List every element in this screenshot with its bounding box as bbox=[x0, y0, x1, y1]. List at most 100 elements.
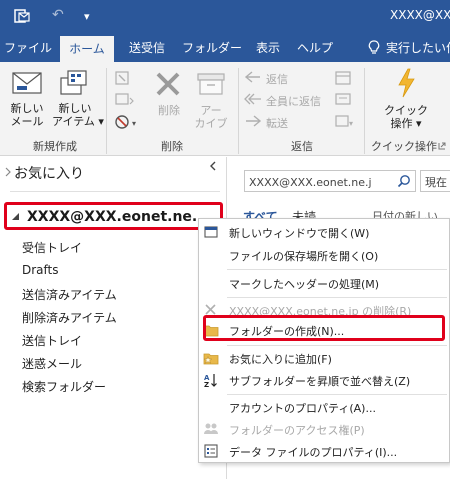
account-node[interactable]: XXXX@XXX.eonet.ne... bbox=[4, 202, 223, 230]
customize-quick-access-icon[interactable]: ▾ bbox=[84, 10, 90, 23]
menu-label: マークしたヘッダーの処理(M) bbox=[229, 278, 380, 291]
folder-sent-items[interactable]: 送信済みアイテム bbox=[22, 286, 117, 303]
expand-arrow-icon[interactable] bbox=[4, 167, 12, 177]
svg-text:Z: Z bbox=[204, 381, 209, 388]
delete-button[interactable]: 削除 bbox=[148, 104, 190, 117]
menu-data-file-properties[interactable]: データ ファイルのプロパティ(I)... bbox=[199, 440, 449, 462]
archive-label-1: アー bbox=[200, 104, 222, 117]
forward-icon bbox=[246, 115, 262, 127]
menu-separator bbox=[227, 345, 447, 346]
menu-open-file-location[interactable]: ファイルの保存場所を開く(O) bbox=[199, 244, 449, 266]
group-delete: 削除 bbox=[161, 140, 183, 153]
im-icon[interactable] bbox=[334, 92, 354, 108]
tab-home[interactable]: ホーム bbox=[60, 36, 114, 62]
search-icon[interactable] bbox=[397, 174, 411, 188]
reply-all-icon bbox=[244, 93, 261, 105]
dialog-launcher-icon[interactable] bbox=[438, 142, 446, 150]
permissions-icon bbox=[204, 423, 218, 434]
new-item-button[interactable]: 新しい アイテム ▾ bbox=[52, 102, 104, 128]
quick-steps-label-2: 操作 ▾ bbox=[390, 117, 422, 130]
reply-all-button[interactable]: 全員に返信 bbox=[266, 93, 321, 109]
folder-junk[interactable]: 迷惑メール bbox=[22, 355, 82, 372]
account-name: XXXX@XXX.eonet.ne... bbox=[27, 209, 208, 225]
sort-az-icon: A Z bbox=[204, 374, 217, 388]
menu-separator bbox=[227, 297, 447, 298]
archive-label-2: カイブ bbox=[194, 117, 228, 130]
menu-add-to-favorites[interactable]: お気に入りに追加(F) bbox=[199, 347, 449, 369]
folder-search-folders[interactable]: 検索フォルダー bbox=[22, 378, 106, 395]
menu-separator bbox=[227, 394, 447, 395]
menu-label: サブフォルダーを昇順で並べ替え(Z) bbox=[229, 375, 411, 388]
quick-steps-button[interactable]: クイック 操作 ▾ bbox=[380, 104, 432, 130]
new-item-label-1: 新しい bbox=[58, 102, 92, 115]
undo-icon[interactable]: ↶ bbox=[52, 7, 64, 23]
folder-deleted-items[interactable]: 削除済みアイテム bbox=[22, 309, 117, 326]
outlook-icon[interactable] bbox=[14, 8, 30, 24]
reply-button[interactable]: 返信 bbox=[266, 71, 288, 87]
collapse-arrow-icon[interactable] bbox=[11, 212, 21, 222]
menu-label: フォルダーのアクセス権(P) bbox=[229, 424, 365, 437]
tab-view[interactable]: 表示 bbox=[248, 34, 288, 62]
quick-steps-label-1: クイック bbox=[384, 104, 428, 117]
meeting-reply-icon[interactable] bbox=[334, 70, 354, 86]
folder-pane: お気に入り XXXX@XXX.eonet.ne... 受信トレイ Drafts … bbox=[0, 157, 227, 479]
junk-icon[interactable]: ▾ bbox=[114, 114, 140, 130]
reply-icon bbox=[244, 71, 260, 83]
svg-text:▾: ▾ bbox=[132, 119, 136, 128]
search-scope-dropdown[interactable]: 現在 bbox=[420, 170, 450, 192]
lightbulb-icon bbox=[368, 40, 380, 54]
ribbon: 新しい メール 新しい アイテム ▾ 新規作成 ▾ 削除 アー カイブ 削除 返… bbox=[0, 62, 450, 156]
new-window-icon bbox=[204, 226, 218, 238]
ignore-icon[interactable] bbox=[114, 70, 132, 86]
window-title: XXXX@XX bbox=[390, 8, 450, 22]
tab-file[interactable]: ファイル bbox=[0, 34, 56, 62]
tell-me-search[interactable]: 実行したい作 bbox=[386, 34, 450, 62]
menu-account-properties[interactable]: アカウントのプロパティ(A)... bbox=[199, 396, 449, 418]
favorites-header[interactable]: お気に入り bbox=[14, 163, 84, 183]
delete-icon bbox=[156, 72, 180, 96]
folder-outbox[interactable]: 送信トレイ bbox=[22, 332, 82, 349]
tab-send-receive[interactable]: 送受信 bbox=[118, 34, 176, 62]
collapse-pane-icon[interactable] bbox=[208, 161, 218, 171]
group-quick-steps: クイック操作 bbox=[371, 140, 437, 153]
search-box bbox=[244, 170, 416, 193]
new-item-label-2: アイテム ▾ bbox=[52, 115, 104, 128]
menu-label: 新しいウィンドウで開く(W) bbox=[229, 227, 370, 240]
new-mail-button[interactable]: 新しい メール bbox=[6, 102, 48, 128]
menu-label: データ ファイルのプロパティ(I)... bbox=[229, 446, 398, 459]
cleanup-icon[interactable] bbox=[114, 92, 136, 108]
group-respond: 返信 bbox=[291, 140, 313, 153]
new-mail-label-1: 新しい bbox=[10, 102, 44, 115]
tab-help[interactable]: ヘルプ bbox=[292, 34, 338, 62]
new-mail-label-2: メール bbox=[10, 115, 44, 128]
forward-button[interactable]: 転送 bbox=[266, 115, 288, 131]
new-mail-icon bbox=[12, 72, 42, 94]
archive-button[interactable]: アー カイブ bbox=[190, 104, 232, 130]
menu-label: ファイルの保存場所を開く(O) bbox=[229, 250, 379, 263]
highlight-create-folder bbox=[203, 315, 445, 341]
menu-sort-subfolders[interactable]: A Z サブフォルダーを昇順で並べ替え(Z) bbox=[199, 369, 449, 391]
menu-label: アカウントのプロパティ(A)... bbox=[229, 402, 376, 415]
menu-separator bbox=[227, 269, 447, 270]
folder-drafts[interactable]: Drafts bbox=[22, 263, 59, 277]
ribbon-tab-bar: ファイル ホーム 送受信 フォルダー 表示 ヘルプ 実行したい作 bbox=[0, 34, 450, 62]
ribbon-separator bbox=[238, 68, 239, 154]
folder-inbox[interactable]: 受信トレイ bbox=[22, 239, 82, 256]
menu-folder-permissions[interactable]: フォルダーのアクセス権(P) bbox=[199, 418, 449, 440]
menu-label: お気に入りに追加(F) bbox=[229, 353, 332, 366]
archive-icon bbox=[197, 73, 225, 95]
svg-text:▾: ▾ bbox=[349, 119, 353, 128]
group-new: 新規作成 bbox=[33, 140, 77, 153]
new-item-icon bbox=[60, 70, 87, 95]
search-input[interactable] bbox=[245, 172, 393, 193]
tab-folder[interactable]: フォルダー bbox=[180, 34, 244, 62]
quick-steps-icon bbox=[398, 68, 415, 98]
properties-icon bbox=[204, 444, 218, 458]
menu-open-new-window[interactable]: 新しいウィンドウで開く(W) bbox=[199, 221, 449, 243]
more-respond-icon[interactable]: ▾ bbox=[334, 114, 356, 130]
star-folder-icon bbox=[203, 353, 219, 365]
context-menu: 新しいウィンドウで開く(W) ファイルの保存場所を開く(O) マークしたヘッダー… bbox=[198, 218, 450, 463]
pane-divider bbox=[10, 191, 220, 192]
menu-process-marked-headers[interactable]: マークしたヘッダーの処理(M) bbox=[199, 272, 449, 294]
title-bar: ↶ ▾ XXXX@XX bbox=[0, 0, 450, 34]
